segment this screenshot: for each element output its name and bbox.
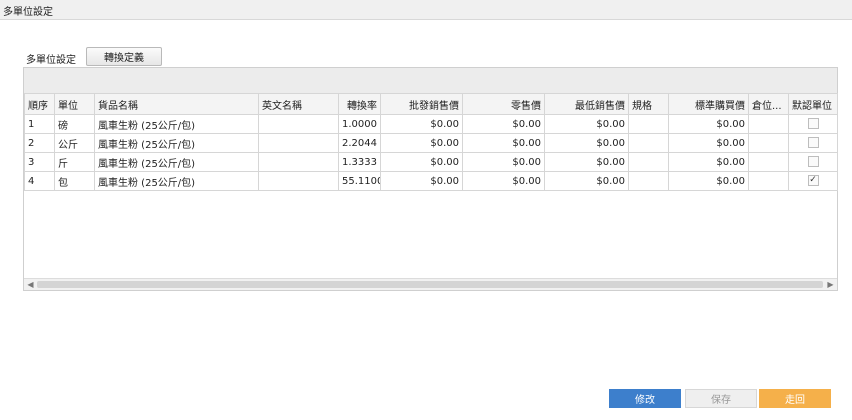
leave-button[interactable]: 走回: [759, 389, 831, 408]
cell-location[interactable]: [748, 133, 789, 153]
units-table: 順序 單位 貨品名稱 英文名稱 轉換率 批發銷售價 零售價 最低銷售價 規格 標…: [24, 93, 838, 191]
cell-spec[interactable]: [628, 133, 669, 153]
horizontal-scrollbar[interactable]: ◀ ▶: [24, 278, 837, 290]
title-bar: 多單位設定: [0, 0, 852, 20]
cell-retail[interactable]: $0.00: [462, 133, 545, 153]
col-header-seq[interactable]: 順序: [24, 93, 55, 115]
scroll-left-icon[interactable]: ◀: [25, 279, 36, 290]
cell-rate[interactable]: 1.0000: [338, 114, 381, 134]
col-header-unit[interactable]: 單位: [54, 93, 95, 115]
cell-default: [788, 152, 838, 172]
save-button[interactable]: 保存: [685, 389, 757, 408]
cell-default: [788, 133, 838, 153]
table-row[interactable]: 2 公斤 風車生粉 (25公斤/包) 2.2044 $0.00 $0.00 $0…: [24, 133, 838, 153]
section-label: 多單位設定: [26, 55, 76, 66]
cell-name[interactable]: 風車生粉 (25公斤/包): [94, 114, 259, 134]
header-row: 順序 單位 貨品名稱 英文名稱 轉換率 批發銷售價 零售價 最低銷售價 規格 標…: [24, 93, 838, 115]
table-row[interactable]: 1 磅 風車生粉 (25公斤/包) 1.0000 $0.00 $0.00 $0.…: [24, 114, 838, 134]
cell-unit[interactable]: 磅: [54, 114, 95, 134]
default-unit-checkbox[interactable]: ✓: [807, 175, 819, 187]
cell-unit[interactable]: 斤: [54, 152, 95, 172]
cell-wholesale[interactable]: $0.00: [380, 114, 463, 134]
cell-min-price[interactable]: $0.00: [544, 152, 629, 172]
cell-spec[interactable]: [628, 114, 669, 134]
col-header-default[interactable]: 默認單位: [788, 93, 838, 115]
cell-wholesale[interactable]: $0.00: [380, 152, 463, 172]
cell-name[interactable]: 風車生粉 (25公斤/包): [94, 171, 259, 191]
window-title: 多單位設定: [3, 7, 53, 18]
cell-spec[interactable]: [628, 152, 669, 172]
cell-wholesale[interactable]: $0.00: [380, 133, 463, 153]
col-header-location[interactable]: 倉位...: [748, 93, 789, 115]
cell-spec[interactable]: [628, 171, 669, 191]
cell-name[interactable]: 風車生粉 (25公斤/包): [94, 152, 259, 172]
cell-seq[interactable]: 3: [24, 152, 55, 172]
cell-default: ✓: [788, 171, 838, 191]
cell-english[interactable]: [258, 133, 339, 153]
cell-std-purchase[interactable]: $0.00: [668, 114, 749, 134]
cell-unit[interactable]: 公斤: [54, 133, 95, 153]
cell-seq[interactable]: 1: [24, 114, 55, 134]
cell-default: [788, 114, 838, 134]
cell-wholesale[interactable]: $0.00: [380, 171, 463, 191]
col-header-retail[interactable]: 零售價: [462, 93, 545, 115]
col-header-std-purchase[interactable]: 標準購買價: [668, 93, 749, 115]
cell-seq[interactable]: 4: [24, 171, 55, 191]
cell-english[interactable]: [258, 114, 339, 134]
col-header-wholesale[interactable]: 批發銷售價: [380, 93, 463, 115]
cell-min-price[interactable]: $0.00: [544, 114, 629, 134]
cell-retail[interactable]: $0.00: [462, 152, 545, 172]
default-unit-checkbox[interactable]: [807, 137, 819, 149]
default-unit-checkbox[interactable]: [807, 118, 819, 130]
cell-std-purchase[interactable]: $0.00: [668, 133, 749, 153]
scrollbar-thumb[interactable]: [37, 281, 823, 288]
cell-location[interactable]: [748, 152, 789, 172]
col-header-min-price[interactable]: 最低銷售價: [544, 93, 629, 115]
cell-rate[interactable]: 1.3333: [338, 152, 381, 172]
cell-rate[interactable]: 55.1100: [338, 171, 381, 191]
grid-group-band: [24, 68, 837, 93]
cell-min-price[interactable]: $0.00: [544, 171, 629, 191]
cell-unit[interactable]: 包: [54, 171, 95, 191]
cell-location[interactable]: [748, 171, 789, 191]
cell-english[interactable]: [258, 152, 339, 172]
col-header-name[interactable]: 貨品名稱: [94, 93, 259, 115]
cell-retail[interactable]: $0.00: [462, 171, 545, 191]
cell-std-purchase[interactable]: $0.00: [668, 171, 749, 191]
table-row[interactable]: 4 包 風車生粉 (25公斤/包) 55.1100 $0.00 $0.00 $0…: [24, 171, 838, 191]
cell-location[interactable]: [748, 114, 789, 134]
units-grid: 順序 單位 貨品名稱 英文名稱 轉換率 批發銷售價 零售價 最低銷售價 規格 標…: [23, 67, 838, 291]
cell-rate[interactable]: 2.2044: [338, 133, 381, 153]
cell-min-price[interactable]: $0.00: [544, 133, 629, 153]
cell-seq[interactable]: 2: [24, 133, 55, 153]
cell-name[interactable]: 風車生粉 (25公斤/包): [94, 133, 259, 153]
scroll-right-icon[interactable]: ▶: [825, 279, 836, 290]
default-unit-checkbox[interactable]: [807, 156, 819, 168]
cell-english[interactable]: [258, 171, 339, 191]
edit-button[interactable]: 修改: [609, 389, 681, 408]
table-row[interactable]: 3 斤 風車生粉 (25公斤/包) 1.3333 $0.00 $0.00 $0.…: [24, 152, 838, 172]
col-header-english[interactable]: 英文名稱: [258, 93, 339, 115]
cell-std-purchase[interactable]: $0.00: [668, 152, 749, 172]
col-header-rate[interactable]: 轉換率: [338, 93, 381, 115]
cell-retail[interactable]: $0.00: [462, 114, 545, 134]
conversion-definition-button[interactable]: 轉換定義: [86, 47, 162, 66]
col-header-spec[interactable]: 規格: [628, 93, 669, 115]
